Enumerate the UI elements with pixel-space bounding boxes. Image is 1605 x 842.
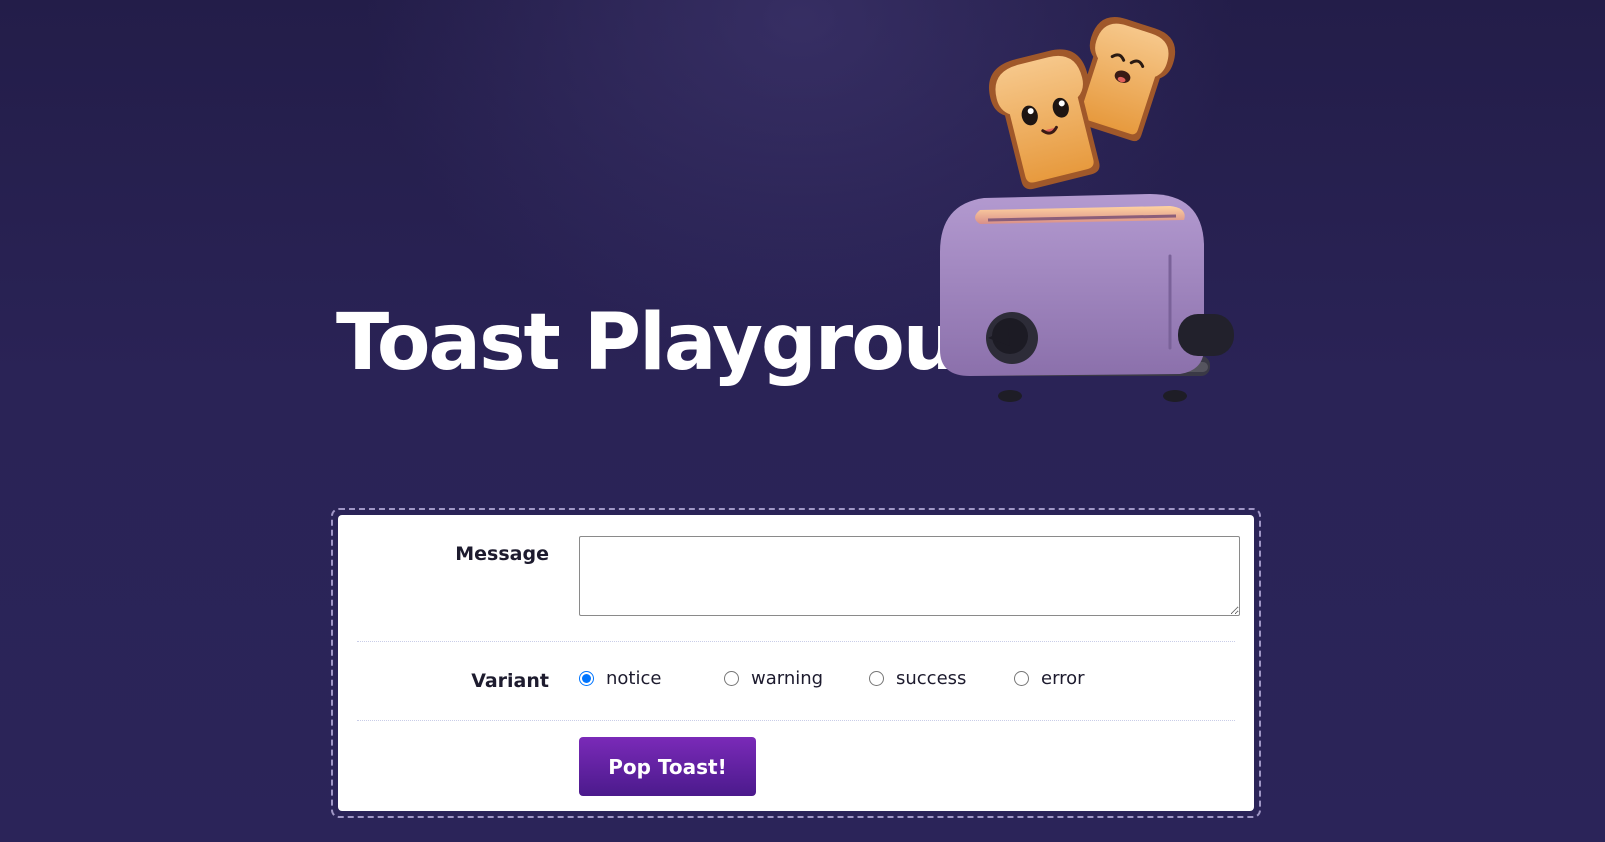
variant-option-warning[interactable]: warning — [724, 668, 823, 689]
row-divider — [357, 720, 1235, 721]
message-label: Message — [455, 543, 549, 565]
variant-option-label: warning — [751, 668, 824, 689]
variant-option-label: notice — [606, 668, 662, 689]
pop-toast-button[interactable]: Pop Toast! — [579, 737, 756, 796]
variant-radio-success[interactable] — [869, 671, 884, 686]
variant-option-label: success — [896, 668, 967, 689]
variant-option-label: error — [1041, 668, 1085, 689]
row-divider — [357, 641, 1235, 642]
variant-label: Variant — [471, 670, 549, 692]
variant-option-notice[interactable]: notice — [579, 668, 661, 689]
variant-radio-notice[interactable] — [579, 671, 594, 686]
toast-form: Message Variant notice warning success e… — [338, 515, 1254, 811]
variant-option-error[interactable]: error — [1014, 668, 1085, 689]
variant-radio-error[interactable] — [1014, 671, 1029, 686]
message-input[interactable] — [579, 536, 1240, 616]
toast-form-frame: Message Variant notice warning success e… — [331, 508, 1261, 818]
variant-option-success[interactable]: success — [869, 668, 966, 689]
toaster-with-toast-icon — [940, 17, 1234, 402]
variant-radio-warning[interactable] — [724, 671, 739, 686]
